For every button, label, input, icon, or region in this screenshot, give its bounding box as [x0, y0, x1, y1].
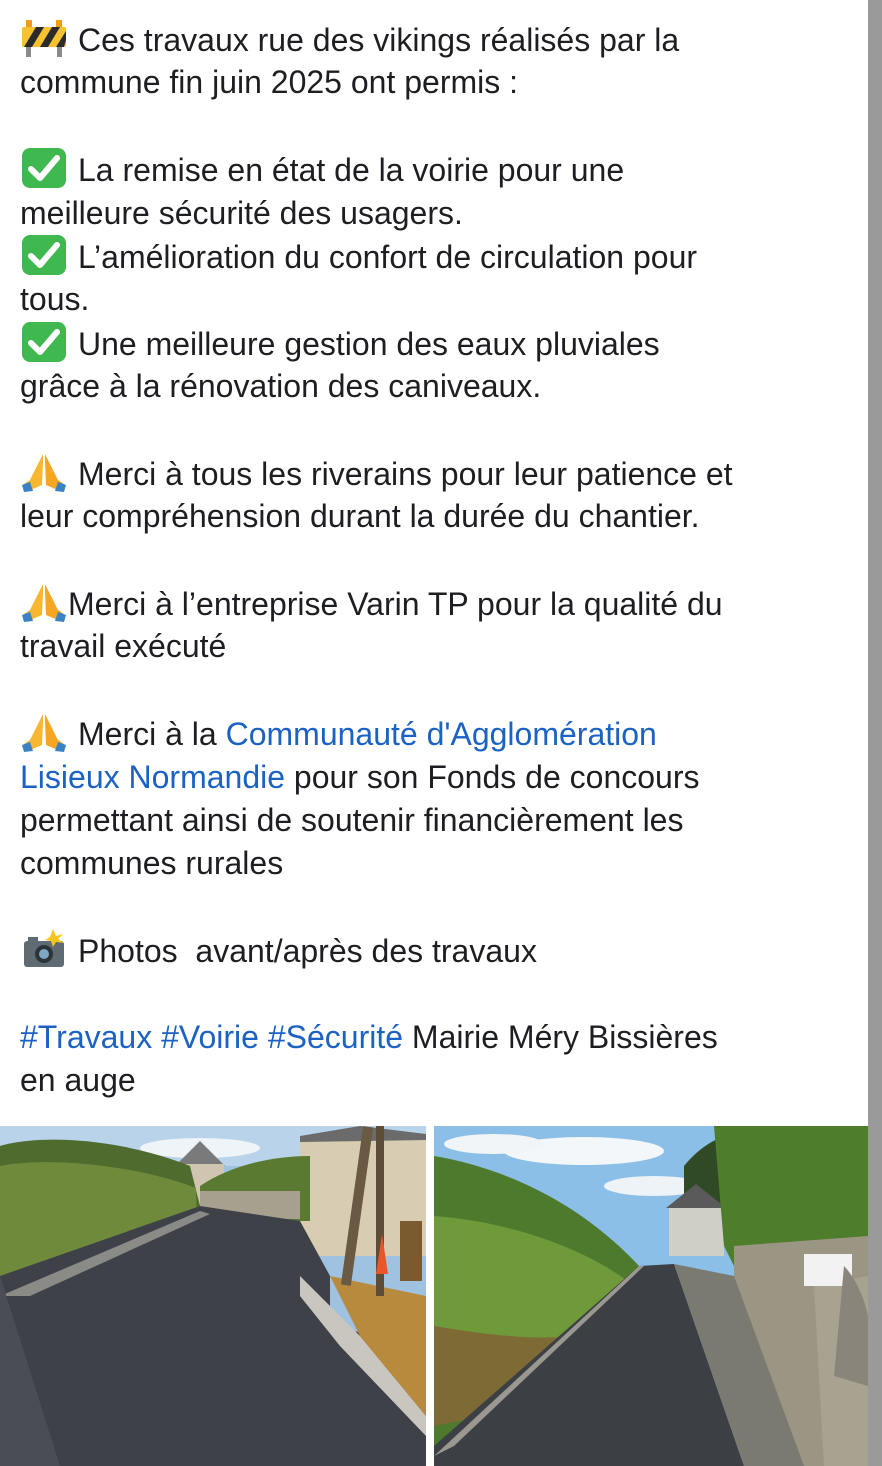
thanks-residents-text: Merci à tous les riverains pour leur pat… [78, 455, 733, 492]
thanks-agglo-line-1: Merci à la Communauté d'Agglomération [20, 712, 860, 755]
photos-caption-text: Photos avant/après des travaux [78, 933, 537, 970]
agglo-link[interactable]: Communauté d'Agglomération [226, 716, 657, 752]
benefit-1-text: La remise en état de la voirie pour une [78, 152, 625, 189]
thanks-agglo-prefix: Merci à la [78, 716, 226, 753]
tags-line-2[interactable]: en auge [20, 1059, 860, 1102]
hashtag-travaux[interactable]: #Travaux [20, 1019, 152, 1055]
folded-hands-icon [22, 584, 66, 623]
photo-after[interactable] [434, 1126, 868, 1466]
thanks-company-line-2: travail exécuté [20, 628, 227, 665]
photo-grid [0, 1126, 868, 1466]
agglo-link-continued[interactable]: Lisieux Normandie [20, 759, 285, 795]
mention-page[interactable]: Mairie Méry Bissières [412, 1019, 718, 1055]
camera-flash-icon [24, 929, 64, 968]
thanks-residents-line-2: leur compréhension durant la durée du ch… [20, 498, 700, 535]
thanks-agglo-line-2: Lisieux Normandie pour son Fonds de conc… [20, 756, 860, 799]
benefit-3-text: Une meilleure gestion des eaux pluviales [78, 325, 660, 362]
benefit-2-line-1: L’amélioration du confort de circulation… [20, 234, 860, 278]
intro-line-1: Ces travaux rue des vikings réalisés par… [20, 18, 860, 61]
check-mark-button-icon [22, 148, 66, 189]
thanks-company-text: Merci à l’entreprise Varin TP pour la qu… [68, 586, 723, 623]
check-mark-button-icon [22, 321, 66, 362]
check-mark-button-icon [22, 234, 66, 275]
thanks-agglo-line-3: permettant ainsi de soutenir financièrem… [20, 802, 684, 839]
post-text: Ces travaux rue des vikings réalisés par… [20, 18, 860, 1103]
photo-before[interactable] [0, 1126, 426, 1466]
benefit-1-line-2: meilleure sécurité des usagers. [20, 194, 463, 231]
intro-line-2: commune fin juin 2025 ont permis : [20, 64, 519, 101]
hashtag-voirie[interactable]: #Voirie [161, 1019, 259, 1055]
benefit-3-line-1: Une meilleure gestion des eaux pluviales [20, 321, 860, 365]
thanks-agglo-line-4: communes rurales [20, 845, 284, 882]
benefit-3-line-2: grâce à la rénovation des caniveaux. [20, 368, 542, 405]
folded-hands-icon [22, 453, 66, 492]
construction-icon [22, 20, 66, 57]
thanks-agglo-rest: pour son Fonds de concours [285, 758, 700, 795]
tags-line-1: #Travaux #Voirie #Sécurité Mairie Méry B… [20, 1016, 860, 1059]
benefit-2-text: L’amélioration du confort de circulation… [78, 238, 698, 275]
folded-hands-icon [22, 714, 66, 753]
scrollbar-track[interactable] [868, 0, 882, 1466]
photos-caption-line: Photos avant/après des travaux [20, 929, 860, 972]
thanks-company-line-1: Merci à l’entreprise Varin TP pour la qu… [20, 582, 860, 625]
thanks-residents-line-1: Merci à tous les riverains pour leur pat… [20, 452, 860, 495]
intro-text: Ces travaux rue des vikings réalisés par… [78, 22, 680, 58]
hashtag-securite[interactable]: #Sécurité [268, 1019, 403, 1055]
benefit-2-line-2: tous. [20, 281, 90, 318]
benefit-1-line-1: La remise en état de la voirie pour une [20, 148, 860, 191]
